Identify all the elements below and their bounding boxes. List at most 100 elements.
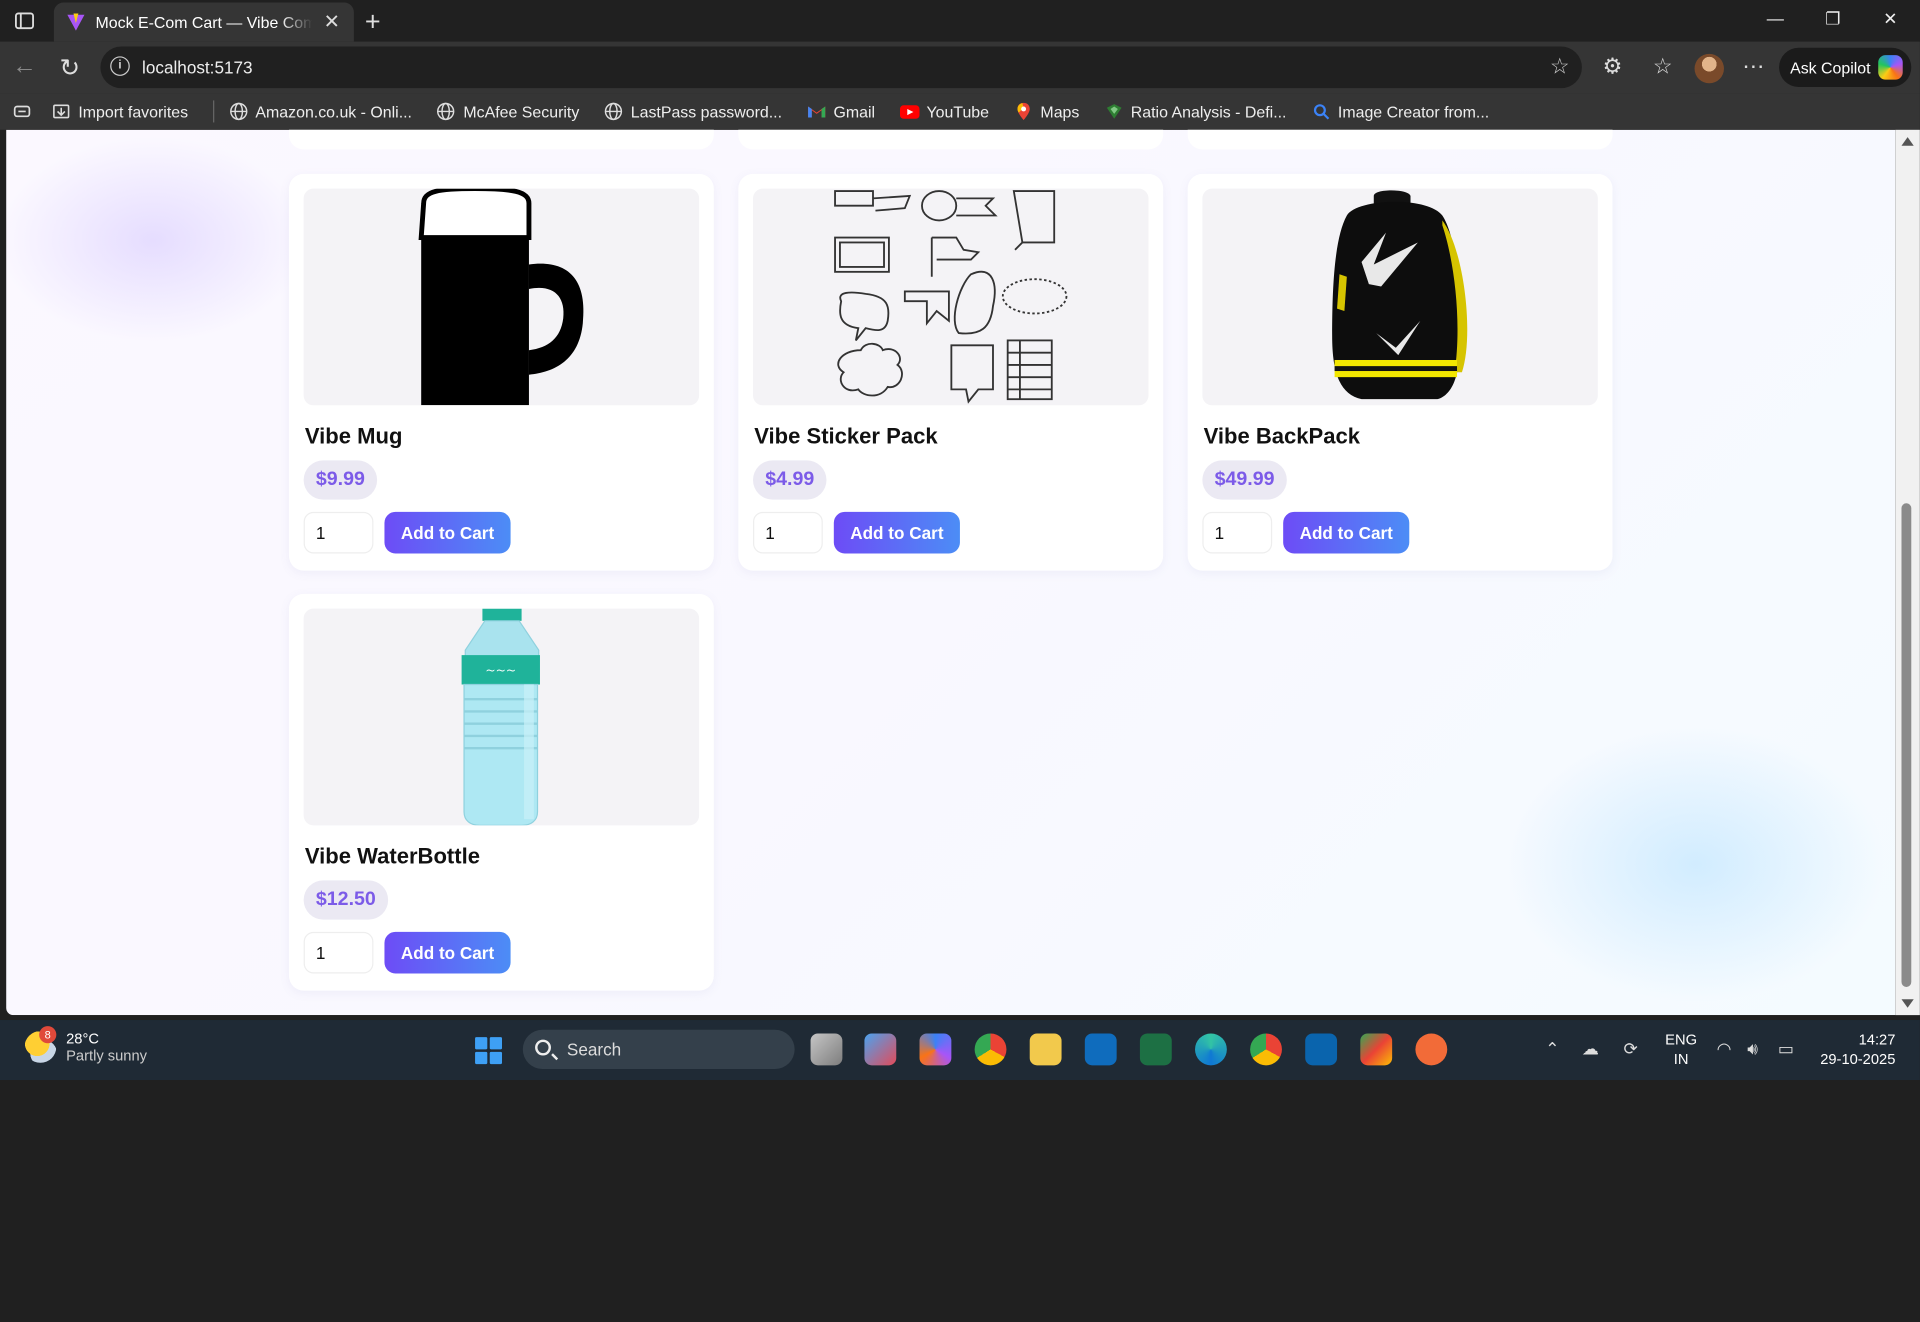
scrollbar-thumb[interactable]: [1901, 503, 1912, 987]
file-explorer-icon[interactable]: [1029, 1033, 1062, 1066]
outlook-icon[interactable]: [1084, 1033, 1117, 1066]
excel-icon[interactable]: [1139, 1033, 1172, 1066]
bookmark-amazon[interactable]: Amazon.co.uk - Onli...: [228, 102, 412, 122]
previous-row-card: [738, 129, 1164, 150]
page-scrollbar[interactable]: [1895, 129, 1920, 1016]
tab-title: Mock E-Com Cart — Vibe Commerce: [95, 12, 313, 32]
lang-bottom: IN: [1673, 1050, 1689, 1068]
bookmark-label: Maps: [1040, 102, 1080, 121]
tab-actions-icon[interactable]: [12, 9, 36, 33]
taskbar-search[interactable]: Search: [522, 1029, 795, 1069]
copilot-app-icon[interactable]: [919, 1033, 952, 1066]
volume-icon[interactable]: 🔊︎: [1747, 1038, 1758, 1059]
cloud-off-icon[interactable]: ☁: [1582, 1038, 1599, 1059]
extensions-icon[interactable]: ⚙: [1599, 54, 1626, 80]
quantity-input[interactable]: 1: [753, 511, 823, 554]
wifi-icon[interactable]: ◠: [1717, 1038, 1732, 1059]
bookmark-maps[interactable]: Maps: [1013, 102, 1079, 122]
previous-row-card: [288, 129, 714, 150]
add-to-cart-button[interactable]: Add to Cart: [384, 931, 511, 974]
bookmark-mcafee[interactable]: McAfee Security: [436, 102, 579, 122]
windows-taskbar: 8 28°C Partly sunny Search ⌃ ☁ ⟳ ENG IN …: [0, 1020, 1920, 1081]
quantity-input[interactable]: 1: [303, 931, 374, 974]
product-price: $9.99: [303, 460, 378, 500]
collections-icon[interactable]: [12, 102, 32, 122]
favorite-star-icon[interactable]: ☆: [1550, 54, 1570, 80]
profile-avatar[interactable]: [1694, 53, 1724, 84]
bookmark-lastpass[interactable]: LastPass password...: [604, 102, 782, 122]
scroll-up-arrow-icon[interactable]: [1901, 137, 1914, 146]
product-name: Vibe Mug: [304, 423, 403, 449]
backpack-icon: [1332, 190, 1468, 400]
minimize-button[interactable]: —: [1763, 9, 1787, 29]
chrome-icon[interactable]: [974, 1033, 1007, 1066]
language-indicator[interactable]: ENG IN: [1665, 1030, 1697, 1069]
new-tab-button[interactable]: +: [365, 6, 381, 38]
product-image: [303, 188, 700, 406]
bookmark-label: YouTube: [926, 102, 990, 121]
search-icon: [1313, 104, 1329, 120]
globe-icon: [437, 102, 455, 121]
add-to-cart-button[interactable]: Add to Cart: [833, 511, 960, 554]
bookmark-image-creator[interactable]: Image Creator from...: [1311, 102, 1489, 122]
active-tab[interactable]: Mock E-Com Cart — Vibe Commerce ✕: [53, 2, 354, 42]
mug-icon: [418, 188, 584, 406]
product-price: $12.50: [303, 880, 389, 920]
microsoft-store-icon[interactable]: [864, 1033, 897, 1066]
weather-badge: 8: [39, 1026, 57, 1044]
browser-toolbar: ← ↻ i localhost:5173 ☆ ⚙ ☆ ⋯ Ask Copilot: [0, 41, 1920, 94]
tab-strip: Mock E-Com Cart — Vibe Commerce ✕ + — ❐ …: [0, 0, 1920, 42]
bookmark-youtube[interactable]: YouTube: [899, 102, 990, 122]
quantity-input[interactable]: 1: [303, 511, 374, 554]
task-view-icon[interactable]: [810, 1033, 843, 1066]
product-image: ~~~: [303, 608, 700, 826]
address-bar[interactable]: i localhost:5173 ☆: [100, 46, 1582, 89]
lang-top: ENG: [1665, 1031, 1698, 1049]
product-name: Vibe WaterBottle: [304, 843, 481, 869]
product-image: [753, 188, 1149, 406]
ask-copilot-button[interactable]: Ask Copilot: [1779, 47, 1912, 87]
close-tab-icon[interactable]: ✕: [322, 10, 342, 34]
site-info-icon[interactable]: i: [110, 56, 130, 76]
partly-sunny-icon: 8: [24, 1026, 57, 1063]
sync-icon[interactable]: ⟳: [1624, 1038, 1638, 1059]
quantity-input[interactable]: 1: [1202, 511, 1273, 554]
globe-icon: [604, 102, 623, 121]
bookmark-label: LastPass password...: [630, 102, 783, 121]
bookmark-separator: [212, 100, 214, 123]
close-window-button[interactable]: ✕: [1878, 9, 1902, 30]
vscode-icon[interactable]: [1305, 1033, 1338, 1066]
restore-button[interactable]: ❐: [1821, 9, 1845, 30]
add-to-cart-button[interactable]: Add to Cart: [384, 511, 511, 554]
battery-icon[interactable]: ▭: [1778, 1038, 1794, 1059]
bookmark-label: Gmail: [833, 102, 876, 121]
url-text[interactable]: localhost:5173: [142, 58, 253, 78]
gmail-icon: [807, 106, 825, 118]
refresh-button[interactable]: ↻: [55, 53, 84, 84]
ask-copilot-label: Ask Copilot: [1790, 58, 1871, 77]
search-icon: [535, 1039, 551, 1056]
windows-start-icon[interactable]: [475, 1037, 503, 1065]
show-hidden-icons-icon[interactable]: ⌃: [1545, 1038, 1559, 1059]
search-label: Search: [566, 1039, 622, 1060]
clock-date: 29-10-2025: [1820, 1050, 1896, 1068]
product-card: Vibe Mug $9.99 1 Add to Cart: [288, 173, 714, 571]
more-menu-icon[interactable]: ⋯: [1740, 54, 1767, 80]
add-to-cart-button[interactable]: Add to Cart: [1283, 511, 1410, 554]
sticker-pack-icon: [834, 190, 1068, 404]
weather-widget[interactable]: 8 28°C Partly sunny: [24, 1026, 147, 1064]
scroll-down-arrow-icon[interactable]: [1901, 999, 1914, 1008]
back-button[interactable]: ←: [10, 53, 39, 81]
chrome-profile-icon[interactable]: [1250, 1033, 1282, 1066]
git-app-icon[interactable]: [1360, 1033, 1393, 1066]
product-card: Vibe Sticker Pack $4.99 1 Add to Cart: [738, 173, 1164, 571]
bookmark-import-favorites[interactable]: Import favorites: [51, 102, 188, 122]
system-clock[interactable]: 14:27 29-10-2025: [1812, 1030, 1895, 1069]
favorites-icon[interactable]: ☆: [1649, 54, 1676, 80]
product-price: $4.99: [753, 460, 827, 500]
edge-icon[interactable]: [1195, 1033, 1227, 1066]
product-name: Vibe Sticker Pack: [754, 423, 938, 449]
postman-icon[interactable]: [1415, 1033, 1448, 1066]
bookmark-gmail[interactable]: Gmail: [807, 102, 876, 122]
bookmark-ratio-analysis[interactable]: Ratio Analysis - Defi...: [1104, 102, 1286, 122]
